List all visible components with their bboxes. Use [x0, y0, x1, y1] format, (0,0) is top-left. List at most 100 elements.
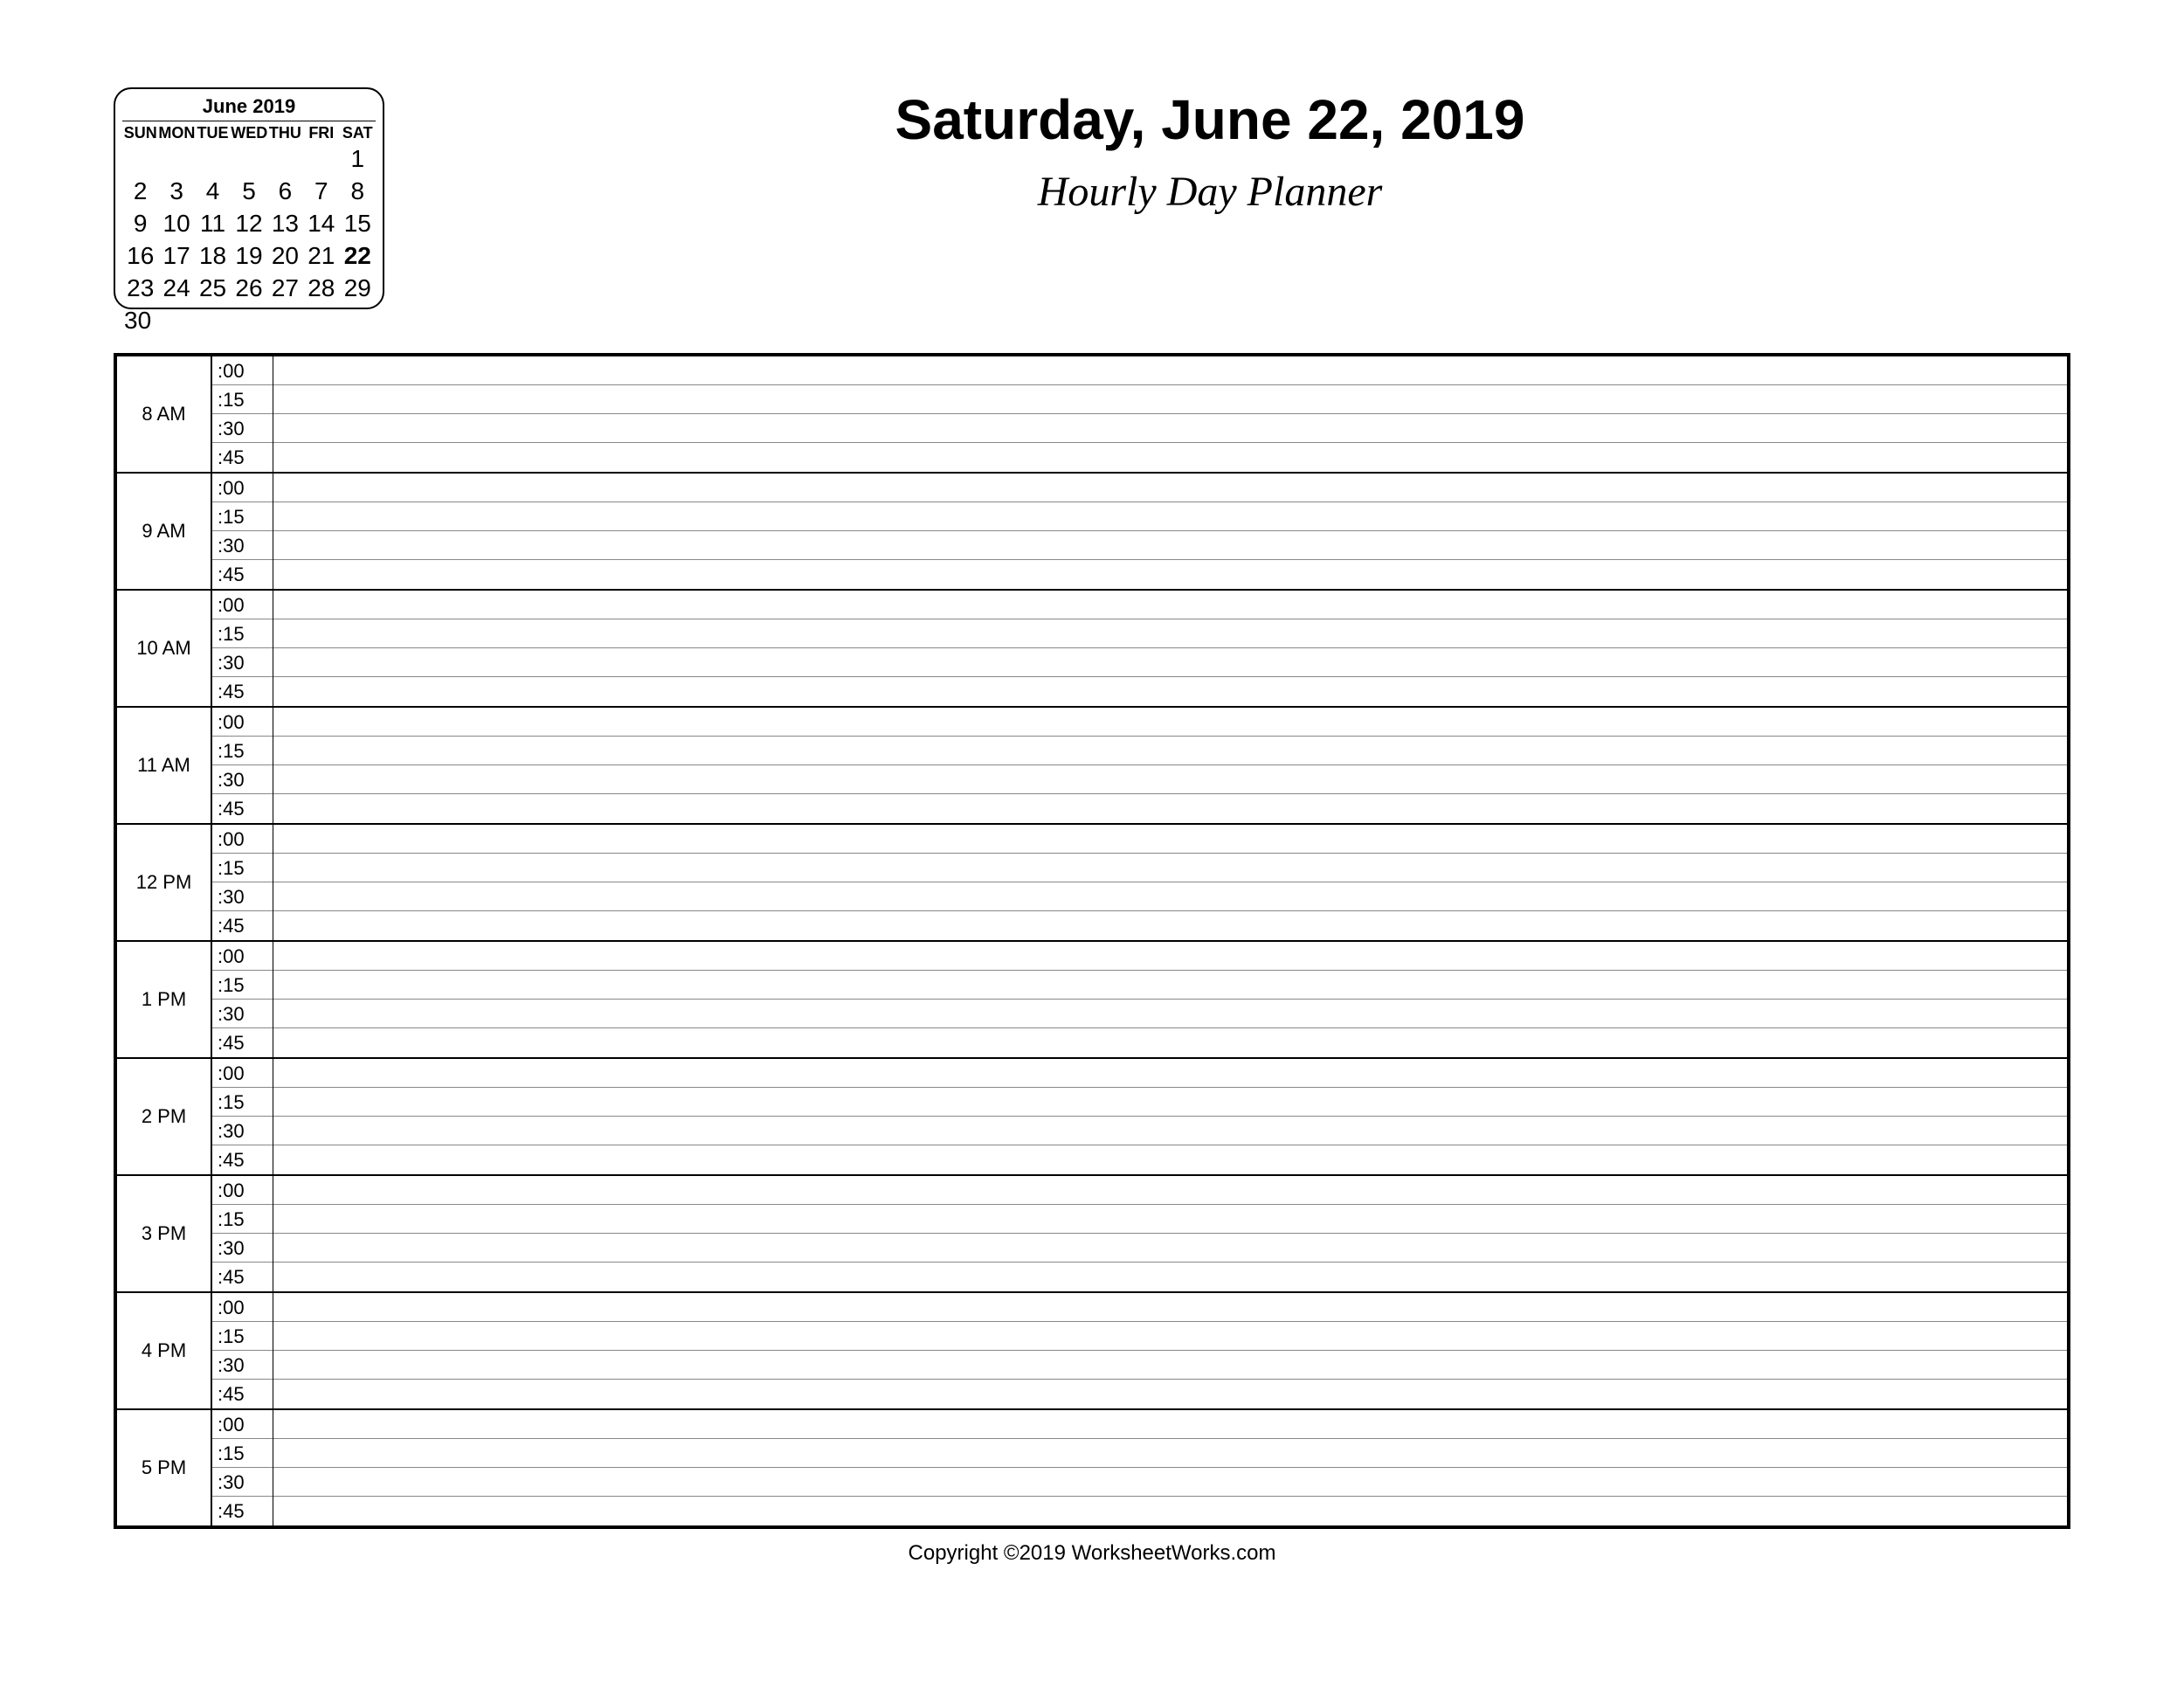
- planner-entry-line[interactable]: [273, 1293, 2068, 1322]
- minute-label: :45: [212, 560, 273, 589]
- mini-calendar-day: 24: [158, 272, 194, 304]
- mini-calendar-day: 4: [195, 175, 231, 207]
- planner-entry-line[interactable]: [273, 1088, 2068, 1117]
- planner-entry-line[interactable]: [273, 1205, 2068, 1234]
- hour-label: 2 PM: [115, 1058, 211, 1175]
- minute-label: :30: [212, 531, 273, 560]
- mini-calendar-day: 9: [122, 207, 158, 239]
- planner-entry-line[interactable]: [273, 1117, 2068, 1145]
- planner-entry-line[interactable]: [273, 356, 2068, 385]
- planner-entry-line[interactable]: [273, 1234, 2068, 1263]
- mini-calendar-day-header: FRI: [303, 123, 339, 143]
- planner-entry-area[interactable]: [273, 1409, 2069, 1527]
- minute-label: :30: [212, 414, 273, 443]
- planner-entry-line[interactable]: [273, 1439, 2068, 1468]
- planner-entry-line[interactable]: [273, 1059, 2068, 1088]
- page: June 2019 SUNMONTUEWEDTHUFRISAT 12345678…: [0, 0, 2184, 1688]
- minute-labels: :00:15:30:45: [211, 941, 273, 1058]
- minute-label: :15: [212, 1088, 273, 1117]
- planner-entry-line[interactable]: [273, 911, 2068, 940]
- page-subtitle: Hourly Day Planner: [384, 168, 2035, 216]
- minute-labels: :00:15:30:45: [211, 824, 273, 941]
- planner-entry-area[interactable]: [273, 1175, 2069, 1292]
- hour-label: 12 PM: [115, 824, 211, 941]
- mini-calendar-day: 10: [158, 207, 194, 239]
- planner-entry-line[interactable]: [273, 648, 2068, 677]
- planner-entry-area[interactable]: [273, 941, 2069, 1058]
- mini-calendar-day: 11: [195, 207, 231, 239]
- mini-calendar-day: 21: [303, 239, 339, 272]
- minute-label: :00: [212, 591, 273, 619]
- planner-entry-line[interactable]: [273, 560, 2068, 589]
- minute-label: :30: [212, 1000, 273, 1028]
- planner-entry-line[interactable]: [273, 708, 2068, 737]
- planner-entry-line[interactable]: [273, 1176, 2068, 1205]
- mini-calendar-day: 20: [267, 239, 303, 272]
- header: June 2019 SUNMONTUEWEDTHUFRISAT 12345678…: [114, 87, 2070, 309]
- planner-entry-line[interactable]: [273, 737, 2068, 765]
- planner-entry-area[interactable]: [273, 355, 2069, 473]
- minute-label: :30: [212, 765, 273, 794]
- mini-calendar-day: 14: [303, 207, 339, 239]
- page-date-title: Saturday, June 22, 2019: [384, 87, 2035, 152]
- planner-entry-area[interactable]: [273, 1058, 2069, 1175]
- planner-entry-line[interactable]: [273, 531, 2068, 560]
- planner-entry-line[interactable]: [273, 1000, 2068, 1028]
- minute-label: :15: [212, 619, 273, 648]
- mini-calendar-day: 26: [231, 272, 266, 304]
- minute-label: :30: [212, 1351, 273, 1380]
- planner-entry-line[interactable]: [273, 677, 2068, 706]
- planner-entry-line[interactable]: [273, 1322, 2068, 1351]
- planner-entry-line[interactable]: [273, 1028, 2068, 1057]
- mini-calendar-day: 1: [340, 142, 376, 175]
- mini-calendar-day: 27: [267, 272, 303, 304]
- planner-entry-line[interactable]: [273, 1410, 2068, 1439]
- minute-label: :45: [212, 1145, 273, 1174]
- planner-entry-line[interactable]: [273, 385, 2068, 414]
- hour-label: 3 PM: [115, 1175, 211, 1292]
- planner-entry-line[interactable]: [273, 443, 2068, 472]
- minute-label: :15: [212, 737, 273, 765]
- mini-calendar-day: 2: [122, 175, 158, 207]
- minute-label: :45: [212, 794, 273, 823]
- planner-entry-line[interactable]: [273, 882, 2068, 911]
- planner-entry-line[interactable]: [273, 1351, 2068, 1380]
- mini-calendar-day-header: THU: [267, 123, 303, 143]
- minute-label: :45: [212, 1263, 273, 1291]
- mini-calendar-day: [158, 142, 194, 175]
- planner-entry-line[interactable]: [273, 942, 2068, 971]
- mini-calendar-day: [231, 142, 266, 175]
- minute-labels: :00:15:30:45: [211, 707, 273, 824]
- planner-entry-line[interactable]: [273, 1263, 2068, 1291]
- hour-label: 10 AM: [115, 590, 211, 707]
- planner-entry-line[interactable]: [273, 971, 2068, 1000]
- minute-label: :45: [212, 1028, 273, 1057]
- planner-entry-line[interactable]: [273, 1145, 2068, 1174]
- planner-entry-line[interactable]: [273, 1380, 2068, 1408]
- planner-entry-line[interactable]: [273, 854, 2068, 882]
- minute-label: :30: [212, 1468, 273, 1497]
- planner-entry-line[interactable]: [273, 1497, 2068, 1525]
- planner-entry-area[interactable]: [273, 473, 2069, 590]
- hour-label: 8 AM: [115, 355, 211, 473]
- planner-entry-area[interactable]: [273, 1292, 2069, 1409]
- planner-entry-line[interactable]: [273, 591, 2068, 619]
- planner-entry-area[interactable]: [273, 824, 2069, 941]
- minute-label: :15: [212, 1439, 273, 1468]
- minute-label: :30: [212, 1117, 273, 1145]
- planner-entry-line[interactable]: [273, 794, 2068, 823]
- minute-label: :00: [212, 1410, 273, 1439]
- footer-copyright: Copyright ©2019 WorksheetWorks.com: [114, 1541, 2070, 1566]
- planner-entry-line[interactable]: [273, 619, 2068, 648]
- planner-entry-line[interactable]: [273, 474, 2068, 502]
- minute-label: :00: [212, 825, 273, 854]
- hour-label: 4 PM: [115, 1292, 211, 1409]
- planner-entry-line[interactable]: [273, 765, 2068, 794]
- planner-entry-line[interactable]: [273, 1468, 2068, 1497]
- mini-calendar-day: 28: [303, 272, 339, 304]
- planner-entry-line[interactable]: [273, 825, 2068, 854]
- planner-entry-area[interactable]: [273, 707, 2069, 824]
- planner-entry-area[interactable]: [273, 590, 2069, 707]
- planner-entry-line[interactable]: [273, 414, 2068, 443]
- planner-entry-line[interactable]: [273, 502, 2068, 531]
